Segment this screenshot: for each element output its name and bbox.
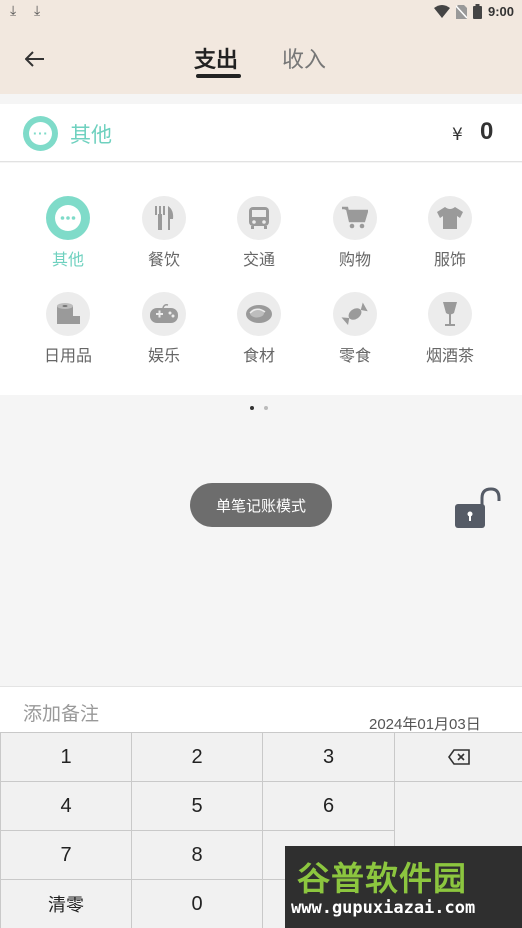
category-label: 购物 bbox=[338, 250, 371, 269]
clear-button[interactable]: 清零 bbox=[1, 880, 131, 928]
note-bar: 添加备注 2024年01月03日 bbox=[0, 686, 522, 734]
arrow-left-icon bbox=[25, 51, 44, 67]
page-dot-active[interactable] bbox=[250, 406, 254, 410]
category-ingredients[interactable]: 食材 bbox=[214, 292, 304, 366]
backspace-button[interactable] bbox=[395, 733, 522, 781]
category-label: 日用品 bbox=[43, 346, 92, 365]
key-4[interactable]: 4 bbox=[1, 782, 131, 830]
key-3[interactable]: 3 bbox=[263, 733, 394, 781]
page-indicator bbox=[250, 406, 268, 410]
category-label: 餐饮 bbox=[147, 250, 180, 269]
backspace-icon bbox=[447, 749, 470, 765]
amount-display[interactable]: 0 bbox=[480, 118, 493, 146]
no-sim-icon bbox=[455, 4, 467, 19]
fork-knife-icon bbox=[142, 196, 186, 240]
category-shopping[interactable]: 购物 bbox=[310, 196, 400, 270]
watermark: 谷普软件园 www.gupuxiazai.com bbox=[285, 846, 522, 928]
wine-glass-icon bbox=[428, 292, 472, 336]
battery-icon bbox=[472, 4, 482, 19]
key-7[interactable]: 7 bbox=[1, 831, 131, 879]
date-picker[interactable]: 2024年01月03日 bbox=[369, 713, 481, 734]
category-label: 娱乐 bbox=[147, 346, 180, 365]
category-dining[interactable]: 餐饮 bbox=[119, 196, 209, 270]
category-daily-goods[interactable]: 日用品 bbox=[23, 292, 113, 366]
key-1[interactable]: 1 bbox=[1, 733, 131, 781]
category-label: 零食 bbox=[338, 346, 371, 365]
tissue-roll-icon bbox=[46, 292, 90, 336]
bus-icon bbox=[237, 196, 281, 240]
more-icon: ··· bbox=[23, 116, 58, 151]
key-5[interactable]: 5 bbox=[132, 782, 262, 830]
back-button[interactable] bbox=[18, 44, 52, 74]
selected-category-row: ··· 其他 ¥ 0 bbox=[0, 104, 522, 162]
category-label: 交通 bbox=[242, 250, 275, 269]
category-entertainment[interactable]: 娱乐 bbox=[119, 292, 209, 366]
category-grid: 其他 餐饮 交通 购物 服饰 日用品 娱乐 食材 零食 烟酒茶 bbox=[0, 163, 522, 395]
currency-symbol: ¥ bbox=[452, 125, 463, 145]
more-icon bbox=[46, 196, 90, 240]
tab-indicator bbox=[196, 74, 241, 78]
category-clothing[interactable]: 服饰 bbox=[405, 196, 495, 270]
clock: 9:00 bbox=[487, 4, 514, 19]
gamepad-icon bbox=[142, 292, 186, 336]
category-label: 服饰 bbox=[433, 250, 466, 269]
unlock-icon[interactable] bbox=[452, 486, 502, 530]
category-label: 烟酒茶 bbox=[425, 346, 474, 365]
category-snacks[interactable]: 零食 bbox=[310, 292, 400, 366]
single-entry-mode-toast: 单笔记账模式 bbox=[190, 483, 332, 527]
category-label: 食材 bbox=[242, 346, 275, 365]
shirt-icon bbox=[428, 196, 472, 240]
key-2[interactable]: 2 bbox=[132, 733, 262, 781]
app-header: 支出 收入 bbox=[0, 26, 522, 94]
category-transport[interactable]: 交通 bbox=[214, 196, 304, 270]
category-label: 其他 bbox=[51, 250, 84, 269]
key-6[interactable]: 6 bbox=[263, 782, 394, 830]
page-dot[interactable] bbox=[264, 406, 268, 410]
category-other[interactable]: 其他 bbox=[23, 196, 113, 270]
download-icon: ⤓ bbox=[34, 3, 41, 19]
tab-income[interactable]: 收入 bbox=[282, 42, 326, 74]
meat-icon bbox=[237, 292, 281, 336]
cart-icon bbox=[333, 196, 377, 240]
download-icon: ⤓ bbox=[10, 3, 17, 19]
candy-icon bbox=[333, 292, 377, 336]
watermark-url: www.gupuxiazai.com bbox=[291, 898, 476, 918]
key-8[interactable]: 8 bbox=[132, 831, 262, 879]
category-tobacco-wine-tea[interactable]: 烟酒茶 bbox=[405, 292, 495, 366]
status-bar: ⤓ ⤓ 9:00 bbox=[0, 0, 522, 26]
key-0[interactable]: 0 bbox=[132, 880, 262, 928]
wifi-icon bbox=[433, 5, 450, 18]
watermark-title: 谷普软件园 bbox=[297, 859, 467, 898]
selected-category-name: 其他 bbox=[70, 123, 112, 147]
tab-expense[interactable]: 支出 bbox=[194, 42, 238, 74]
note-input[interactable]: 添加备注 bbox=[23, 699, 99, 726]
